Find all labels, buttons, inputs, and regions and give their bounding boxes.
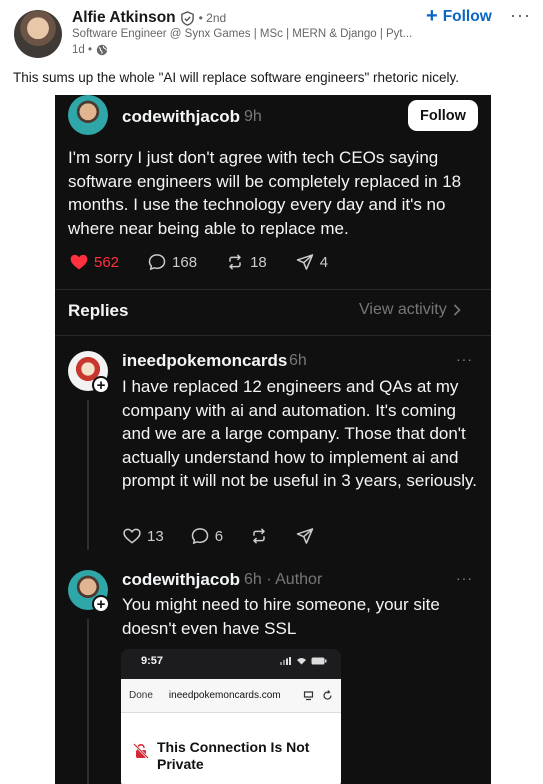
view-activity-link: View activity	[359, 301, 461, 319]
reply-1-repost	[249, 526, 269, 546]
reply-2-username: codewithjacob	[122, 570, 241, 589]
comment-count-value: 168	[172, 253, 198, 271]
original-post-text: I'm sorry I just don't agree with tech C…	[68, 148, 462, 238]
thread-line	[87, 400, 89, 550]
browser-content: This Connection Is Not Private	[121, 713, 341, 784]
repost-count-value: 18	[250, 253, 267, 271]
heart-icon	[70, 254, 88, 270]
share-count: 4	[295, 252, 328, 272]
follow-button[interactable]: + Follow	[426, 6, 492, 28]
view-activity-label: View activity	[359, 301, 447, 318]
reply-1-share	[295, 526, 315, 546]
plus-icon: +	[426, 5, 438, 27]
send-icon	[296, 254, 313, 270]
reply-1-like-value: 13	[147, 527, 164, 545]
wifi-icon	[297, 658, 306, 665]
reload-icon	[323, 690, 332, 700]
linkedin-post-header: Alfie Atkinson • 2nd Software Engineer @…	[0, 0, 543, 66]
signal-icon	[280, 657, 291, 665]
comment-bubble-icon	[148, 254, 166, 271]
repost-count: 18	[225, 252, 267, 272]
reply-2-text: You might need to hire someone, your sit…	[122, 595, 440, 638]
browser-icons	[303, 690, 333, 701]
original-post-actions: 562 168 18 4	[69, 252, 356, 272]
verified-shield-icon	[180, 10, 195, 26]
threads-follow-button: Follow	[408, 100, 478, 131]
phone-screenshot: 9:57 Done ineedpokemoncards.com This Con…	[121, 649, 341, 784]
reply-2-time: 6h · Author	[244, 571, 323, 588]
reply-2-more-icon: ···	[456, 570, 473, 586]
divider-bottom	[55, 335, 491, 336]
post-meta: 1d •	[72, 44, 108, 56]
repost-icon	[229, 254, 241, 270]
phone-system-icons	[280, 657, 327, 665]
phone-clock: 9:57	[141, 655, 164, 667]
follow-label: Follow	[442, 8, 492, 25]
battery-icon	[311, 657, 327, 665]
globe-icon	[96, 44, 108, 56]
reply-1-comment-count: 6	[190, 526, 223, 546]
phone-status-bar: 9:57	[121, 649, 341, 673]
reply-1-comment-value: 6	[214, 527, 224, 545]
browser-url-bar: Done ineedpokemoncards.com	[121, 679, 341, 713]
comment-bubble-icon	[191, 528, 208, 545]
author-headline: Software Engineer @ Synx Games | MSc | M…	[72, 28, 413, 40]
like-count-value: 562	[94, 253, 120, 271]
add-follow-plus-icon: +	[92, 595, 110, 613]
reply-1-like-count: 13	[122, 526, 164, 546]
connection-degree: • 2nd	[198, 11, 227, 25]
reply-1-time: 6h	[289, 352, 307, 369]
like-count: 562	[69, 252, 119, 272]
send-icon	[296, 528, 314, 544]
post-time: 1d •	[72, 44, 93, 56]
broken-lock-icon	[133, 743, 149, 759]
thread-line	[87, 619, 89, 784]
browser-sheet: Done ineedpokemoncards.com This Connecti…	[121, 679, 341, 784]
original-post-time: 9h	[244, 108, 262, 125]
reply-1-actions: 13 6	[122, 526, 343, 546]
add-follow-plus-icon: +	[92, 376, 110, 394]
more-options-icon[interactable]: ···	[510, 5, 531, 26]
original-post-username: codewithjacob	[122, 107, 241, 126]
author-avatar[interactable]	[14, 10, 62, 58]
replies-heading: Replies	[68, 301, 129, 320]
codewithjacob-avatar	[68, 95, 108, 135]
connection-warning-title: This Connection Is Not Private	[157, 739, 310, 772]
share-count-value: 4	[319, 253, 329, 271]
comment-count: 168	[147, 252, 197, 272]
divider-top	[55, 289, 491, 290]
browser-url: ineedpokemoncards.com	[168, 690, 281, 701]
reader-icon	[303, 691, 314, 701]
chevron-right-icon	[453, 304, 461, 316]
author-name-row: Alfie Atkinson • 2nd	[72, 9, 226, 27]
browser-done-button: Done	[129, 690, 153, 701]
reply-1-text: I have replaced 12 engineers and QAs at …	[122, 377, 477, 490]
author-name[interactable]: Alfie Atkinson	[72, 9, 176, 27]
repost-icon	[253, 528, 265, 544]
reply-1-username: ineedpokemoncards	[122, 351, 288, 370]
post-commentary: This sums up the whole "AI will replace …	[13, 70, 460, 85]
threads-screenshot-image[interactable]: codewithjacob 9h Follow I'm sorry I just…	[55, 95, 491, 784]
reply-1-more-icon: ···	[456, 351, 473, 367]
heart-outline-icon	[123, 528, 141, 544]
